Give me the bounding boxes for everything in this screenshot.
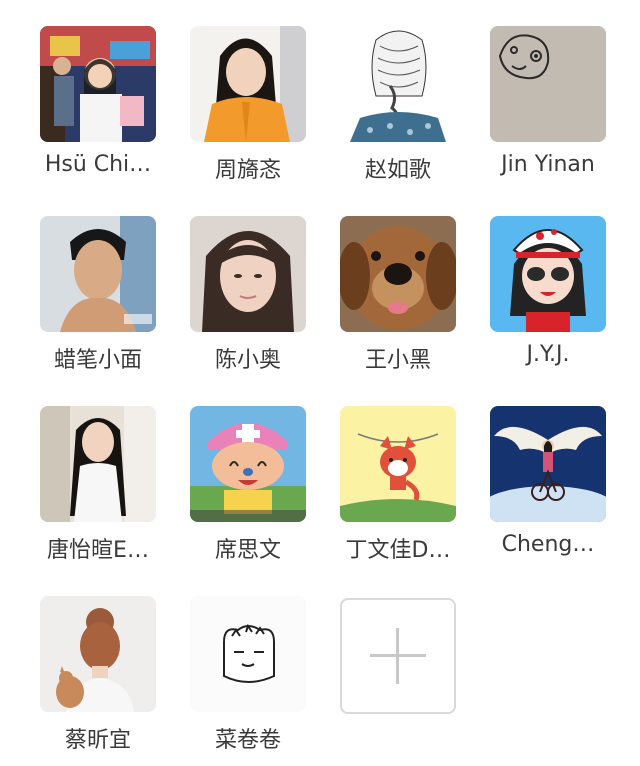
member-name: J.Y.J. [526, 342, 570, 367]
member-name: 赵如歌 [364, 158, 431, 183]
member-tile[interactable]: 丁文佳D… [317, 406, 467, 576]
avatar[interactable] [490, 26, 606, 142]
member-tile[interactable]: 王小黑 [317, 216, 467, 386]
member-tile[interactable]: Cheng… [467, 406, 617, 576]
member-tile[interactable]: Jin Yinan [467, 26, 617, 196]
member-name: 菜卷卷 [214, 728, 281, 753]
avatar[interactable] [190, 406, 306, 522]
avatar[interactable] [490, 406, 606, 522]
member-name: Hsü Chi… [44, 152, 152, 177]
member-tile[interactable]: 周旖忞 [167, 26, 317, 196]
member-name: 丁文佳D… [345, 538, 451, 563]
add-member-tile[interactable] [317, 596, 467, 766]
member-name: Cheng… [501, 532, 595, 557]
member-name: 唐怡暄E… [47, 538, 149, 563]
member-tile[interactable]: 菜卷卷 [167, 596, 317, 766]
member-tile[interactable]: 唐怡暄E… [17, 406, 167, 576]
add-member-button[interactable] [340, 598, 456, 714]
member-name: Jin Yinan [501, 152, 595, 177]
avatar[interactable] [340, 406, 456, 522]
avatar[interactable] [340, 216, 456, 332]
avatar[interactable] [190, 26, 306, 142]
member-tile[interactable]: J.Y.J. [467, 216, 617, 386]
member-name: 陈小奥 [214, 348, 281, 373]
member-name: 蔡昕宜 [64, 728, 131, 753]
member-tile[interactable]: 赵如歌 [317, 26, 467, 196]
member-tile[interactable]: 蔡昕宜 [17, 596, 167, 766]
avatar[interactable] [490, 216, 606, 332]
member-tile[interactable]: Hsü Chi… [17, 26, 167, 196]
avatar[interactable] [40, 26, 156, 142]
member-tile[interactable]: 蜡笔小面 [17, 216, 167, 386]
member-name: 席思文 [214, 538, 281, 563]
member-tile[interactable]: 陈小奥 [167, 216, 317, 386]
avatar[interactable] [340, 26, 456, 142]
member-name: 蜡笔小面 [53, 348, 142, 373]
avatar[interactable] [190, 216, 306, 332]
plus-icon [396, 628, 399, 684]
member-tile[interactable]: 席思文 [167, 406, 317, 576]
member-name: 王小黑 [364, 348, 431, 373]
member-name: 周旖忞 [214, 158, 281, 183]
avatar[interactable] [40, 596, 156, 712]
avatar[interactable] [40, 216, 156, 332]
avatar[interactable] [40, 406, 156, 522]
avatar[interactable] [190, 596, 306, 712]
